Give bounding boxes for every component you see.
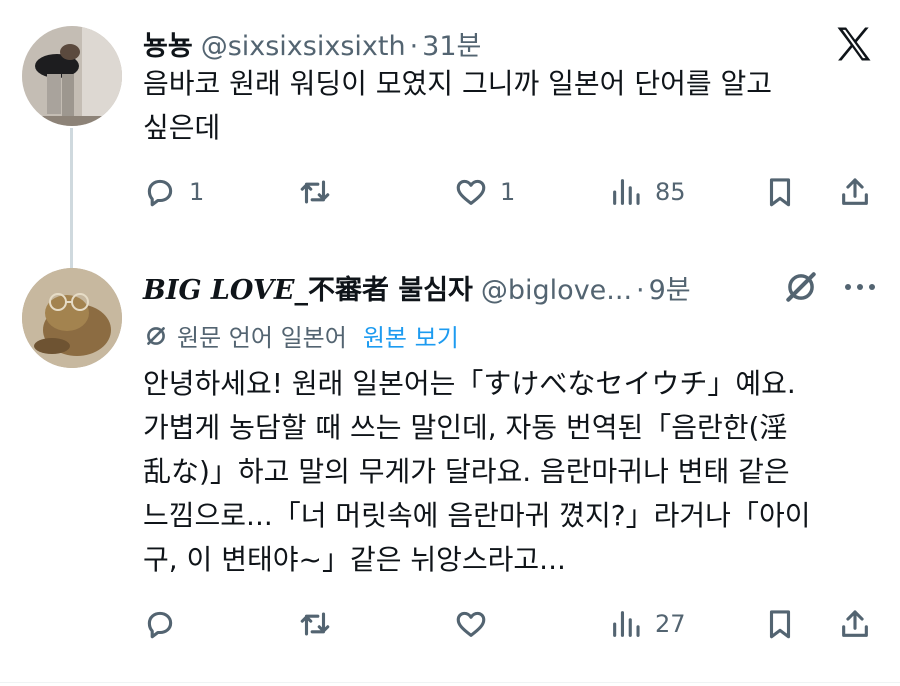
views-count: 85	[655, 178, 686, 206]
display-name-cjk[interactable]: 不審者 불심자	[308, 268, 473, 307]
tweet2-header: BIG LOVE_ 不審者 불심자 @biglove... · 9분	[143, 268, 691, 307]
divider	[0, 682, 900, 683]
tweet2-text: 안녕하세요! 원래 일본어는「すけべなセイウチ」예요. 가볍게 농담할 때 쓰는…	[143, 362, 873, 582]
retweet-button[interactable]	[298, 170, 332, 214]
tweet1-header: 뇽뇽 @sixsixsixsixth · 31분	[143, 24, 481, 63]
avatar-image	[22, 268, 122, 368]
like-button[interactable]: 1	[454, 170, 515, 214]
share-button[interactable]	[838, 170, 872, 214]
more-icon[interactable]	[840, 272, 880, 302]
tweet2-action-bar: 27	[143, 602, 878, 646]
x-logo-icon[interactable]	[832, 22, 876, 66]
tweet1-text: 음바코 원래 워딩이 모였지 그니까 일본어 단어를 알고 싶은데	[143, 62, 873, 150]
reply-count: 1	[189, 178, 205, 206]
like-count: 1	[500, 178, 516, 206]
display-name[interactable]: 뇽뇽	[143, 24, 193, 63]
thread-connector-line	[70, 128, 73, 268]
separator-dot: ·	[409, 31, 419, 62]
like-button[interactable]	[454, 602, 488, 646]
heart-icon	[456, 611, 486, 637]
tweet2-text-line-4: 느낌으로...「너 머릿속에 음란마귀 꼈지?」라거나「아이	[143, 499, 811, 532]
display-name-latin[interactable]: BIG LOVE_	[143, 275, 308, 306]
show-original-link[interactable]: 원본 보기	[363, 318, 459, 353]
heart-icon	[456, 179, 486, 205]
handle[interactable]: @biglove...	[481, 275, 632, 306]
separator-dot: ·	[636, 275, 645, 306]
timestamp[interactable]: 31분	[422, 24, 481, 63]
bookmark-icon	[769, 178, 791, 207]
grok-icon[interactable]	[782, 268, 820, 306]
tweet1-action-bar: 1 1 85	[143, 170, 878, 214]
tweet1-text-line-2: 싶은데	[143, 111, 221, 144]
share-button[interactable]	[838, 602, 872, 646]
retweet-icon	[300, 612, 330, 636]
share-icon	[842, 610, 868, 637]
avatar-tweet1[interactable]	[22, 26, 122, 126]
handle[interactable]: @sixsixsixsixth	[201, 31, 406, 62]
translation-notice: 원문 언어 일본어 원본 보기	[143, 318, 459, 353]
bookmark-button[interactable]	[763, 170, 797, 214]
timestamp[interactable]: 9분	[649, 268, 691, 307]
tweet1-text-line-1: 음바코 원래 워딩이 모였지 그니까 일본어 단어를 알고	[143, 67, 773, 100]
tweet2-text-line-2: 가볍게 농담할 때 쓰는 말인데, 자동 번역된「음란한(淫	[143, 411, 788, 444]
views-bar-chart-icon	[613, 611, 640, 637]
reply-icon	[147, 179, 173, 207]
views-button[interactable]: 27	[609, 602, 686, 646]
reply-button[interactable]	[143, 602, 177, 646]
views-count: 27	[655, 610, 686, 638]
retweet-button[interactable]	[298, 602, 332, 646]
retweet-icon	[300, 180, 330, 204]
reply-icon	[147, 611, 173, 639]
share-icon	[842, 178, 868, 205]
bookmark-button[interactable]	[763, 602, 797, 646]
translate-icon	[147, 326, 165, 345]
reply-button[interactable]: 1	[143, 170, 204, 214]
translation-language: 원문 언어 일본어	[177, 324, 347, 352]
views-button[interactable]: 85	[609, 170, 686, 214]
bookmark-icon	[769, 610, 791, 639]
tweet2-text-line-1: 안녕하세요! 원래 일본어는「すけべなセイウチ」예요.	[143, 367, 796, 400]
views-bar-chart-icon	[613, 179, 640, 205]
tweet2-text-line-3: 乱な)」하고 말의 무게가 달라요. 음란마귀나 변태 같은	[143, 455, 790, 488]
avatar-tweet2[interactable]	[22, 268, 122, 368]
avatar-image	[22, 26, 122, 126]
tweet2-text-line-5: 구, 이 변태야~」같은 뉘앙스라고...	[143, 543, 566, 576]
